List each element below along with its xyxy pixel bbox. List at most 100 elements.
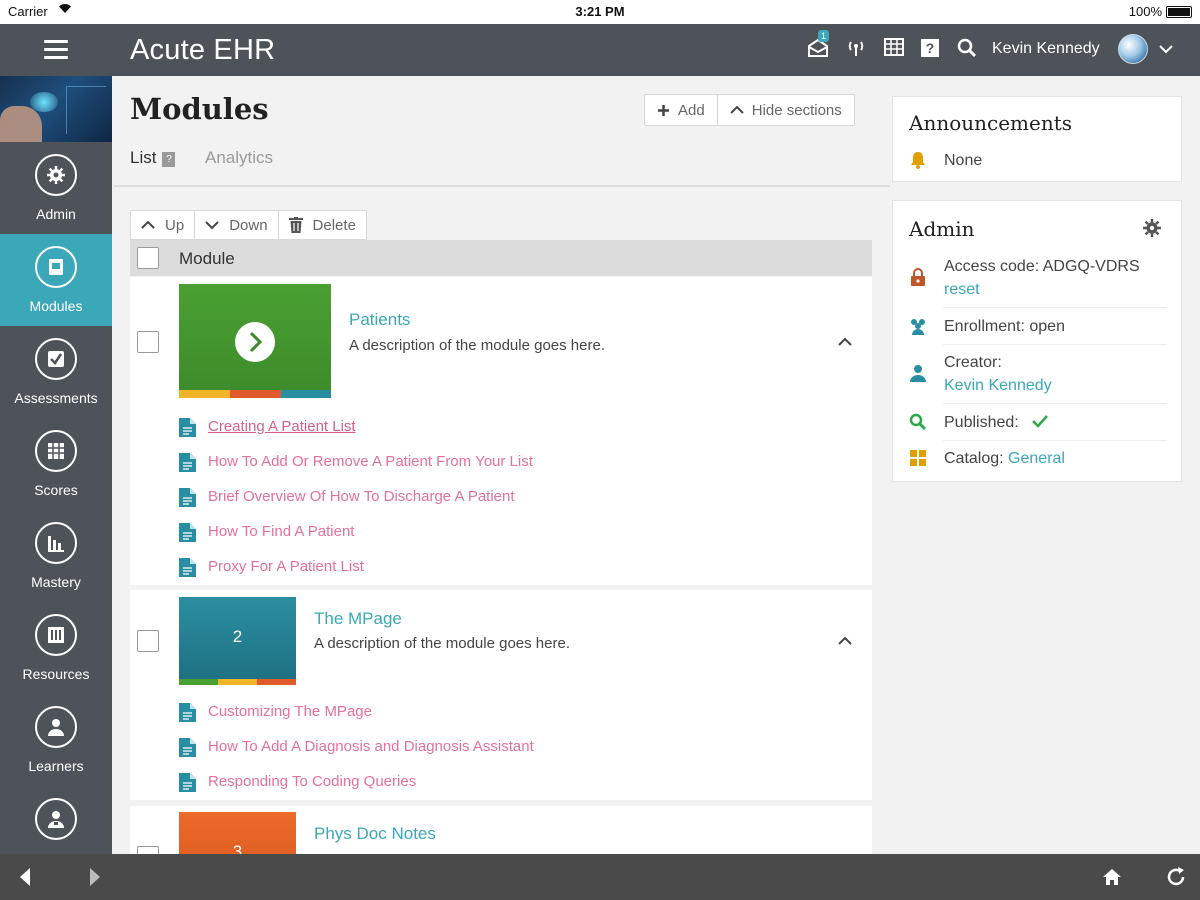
sidebar-item-scores[interactable]: Scores [0,418,112,510]
reset-link[interactable]: reset [944,281,980,298]
bar-chart-icon [35,522,77,564]
catalog-link[interactable]: General [1008,450,1065,467]
browser-toolbar [0,854,1200,900]
user-name[interactable]: Kevin Kennedy [992,40,1100,58]
delete-label: Delete [312,216,356,234]
module-checkbox[interactable] [137,331,159,353]
catalog-icon [910,450,926,466]
bell-icon [911,152,925,169]
main-content: Modules Add Hide sections List? Analytic… [112,76,890,854]
enrollment-status: Enrollment: open [944,318,1065,335]
gear-icon [35,154,77,196]
sidebar-item-label: Resources [22,666,90,682]
plus-icon [658,104,669,116]
help-small-icon[interactable]: ? [162,152,176,167]
forward-arrow-icon[interactable] [82,865,106,889]
creator-link[interactable]: Kevin Kennedy [944,377,1052,394]
hide-sections-label: Hide sections [751,101,842,119]
app-header: Acute EHR 1 ? Kevin Kennedy [0,24,1200,76]
help-icon[interactable]: ? [918,38,942,62]
broadcast-icon[interactable] [844,38,868,62]
module-thumbnail[interactable]: 3 [179,812,296,854]
announcements-title: Announcements [909,111,1073,135]
enrollment-row: Enrollment: open [909,315,1167,338]
refresh-icon[interactable] [1164,865,1188,889]
hide-sections-button[interactable]: Hide sections [716,95,854,125]
header-button-group: Add Hide sections [644,94,855,126]
module-title[interactable]: Patients [349,310,410,330]
document-icon [179,773,196,792]
sidebar-item-learners[interactable]: Learners [0,694,112,786]
sidebar-item-admin[interactable]: Admin [0,142,112,234]
module-row: Patients A description of the module goe… [130,277,872,585]
module-title[interactable]: Phys Doc Notes [314,824,436,844]
module-checkbox[interactable] [137,846,159,854]
home-icon[interactable] [1100,865,1124,889]
move-down-button[interactable]: Down [194,211,277,239]
lock-icon [911,268,925,286]
calendar-grid-icon[interactable] [882,38,906,62]
sidebar-item-label: Admin [36,206,76,222]
module-title[interactable]: The MPage [314,609,402,629]
document-icon [179,703,196,722]
creator-row: Creator: Kevin Kennedy [909,351,1167,397]
add-button-label: Add [678,101,705,119]
tab-list[interactable]: List? [130,148,176,168]
checkmark-icon [1032,415,1049,428]
module-thumbnail-number: 3 [232,842,243,854]
table-toolbar: Up Down Delete [130,210,367,240]
tab-divider [114,185,890,187]
module-row: 2 The MPage A description of the module … [130,590,872,800]
sidebar-item-label: Scores [34,482,78,498]
admin-card-title: Admin [909,217,975,241]
chevron-up-icon [141,220,155,229]
module-row: 3 Phys Doc Notes [130,806,872,854]
document-icon [179,453,196,472]
menu-icon[interactable] [44,40,68,60]
svg-text:?: ? [926,40,935,56]
page-title: Modules [130,92,269,126]
creator-label: Creator: [944,354,1002,371]
module-description: A description of the module goes here. [314,635,570,652]
inbox-icon[interactable]: 1 [806,30,830,62]
chevron-down-icon[interactable] [1158,41,1174,57]
sidebar-item-assessments[interactable]: Assessments [0,326,112,418]
document-icon [179,558,196,577]
group-icon [911,319,925,335]
app-title: Acute EHR [130,34,276,66]
delete-button[interactable]: Delete [277,211,366,239]
settings-gear-icon[interactable] [1143,219,1161,237]
avatar[interactable] [1118,34,1148,64]
search-icon[interactable] [955,38,979,62]
catalog-row: Catalog: General [909,447,1167,470]
sidebar-item-mastery[interactable]: Mastery [0,510,112,602]
row-divider [943,440,1167,441]
person-icon [35,706,77,748]
published-label: Published: [944,414,1019,431]
collapse-chevron-icon[interactable] [836,333,854,351]
tab-analytics[interactable]: Analytics [205,148,273,168]
play-arrow-icon [235,322,275,362]
add-button[interactable]: Add [645,95,717,125]
sidebar-item-resources[interactable]: Resources [0,602,112,694]
sidebar-item-modules[interactable]: Modules [0,234,112,326]
document-icon [179,738,196,757]
module-icon [35,246,77,288]
select-all-checkbox[interactable] [137,247,159,269]
move-up-button[interactable]: Up [131,211,194,239]
move-down-label: Down [229,216,268,234]
module-thumbnail[interactable]: 2 [179,597,296,685]
document-icon [179,523,196,542]
collapse-chevron-icon[interactable] [836,632,854,650]
back-arrow-icon[interactable] [14,865,38,889]
notification-badge: 1 [818,30,830,42]
module-description: A description of the module goes here. [349,337,605,354]
column-header-module: Module [179,249,235,268]
module-thumbnail[interactable] [179,284,331,398]
announcements-value: None [944,152,983,169]
module-checkbox[interactable] [137,630,159,652]
table-header: Module [130,240,872,276]
row-divider [943,403,1167,404]
admin-card: Admin Access code: ADGQ-VDRS reset Enroll… [892,200,1182,482]
sidebar-item-more[interactable] [0,786,112,854]
